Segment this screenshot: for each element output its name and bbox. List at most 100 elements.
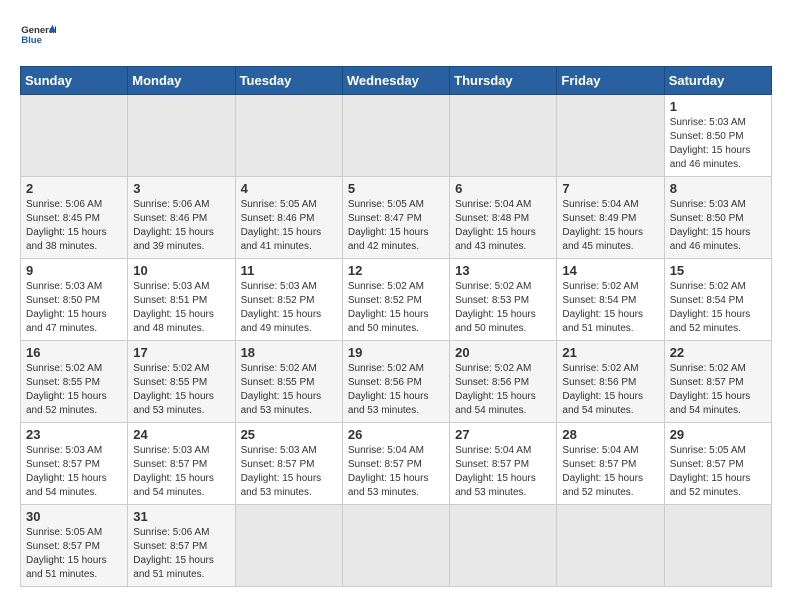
day-cell-14: 14Sunrise: 5:02 AMSunset: 8:54 PMDayligh… (557, 259, 664, 341)
empty-cell (450, 505, 557, 587)
day-number: 24 (133, 427, 229, 442)
day-cell-12: 12 Sunrise: 5:02 AMSunset: 8:52 PMDayligh… (342, 259, 449, 341)
day-info: Sunrise: 5:06 AMSunset: 8:45 PMDaylight:… (26, 198, 122, 254)
day-info: Sunrise: 5:02 AMSunset: 8:52 PMDaylight:… (348, 280, 444, 336)
day-cell-22: 22Sunrise: 5:02 AMSunset: 8:57 PMDayligh… (664, 341, 771, 423)
day-cell-25: 25 Sunrise: 5:03 AMSunset: 8:57 PMDayligh… (235, 423, 342, 505)
day-info: Sunrise: 5:03 AMSunset: 8:57 PMDaylight:… (26, 444, 122, 500)
day-number: 31 (133, 509, 229, 524)
day-cell-28: 28 Sunrise: 5:04 AMSunset: 8:57 PMDayligh… (557, 423, 664, 505)
day-info: Sunrise: 5:05 AMSunset: 8:46 PMDaylight:… (241, 198, 337, 254)
day-info: Sunrise: 5:03 AMSunset: 8:50 PMDaylight:… (670, 198, 766, 254)
day-info: Sunrise: 5:02 AMSunset: 8:55 PMDaylight:… (133, 362, 229, 418)
day-cell-27: 27Sunrise: 5:04 AMSunset: 8:57 PMDayligh… (450, 423, 557, 505)
day-info: Sunrise: 5:04 AMSunset: 8:57 PMDaylight:… (562, 444, 658, 500)
day-cell-30: 30Sunrise: 5:05 AMSunset: 8:57 PMDayligh… (21, 505, 128, 587)
day-number: 25 (241, 427, 337, 442)
calendar-week-5: 23 Sunrise: 5:03 AMSunset: 8:57 PMDayligh… (21, 423, 772, 505)
day-cell-24: 24 Sunrise: 5:03 AMSunset: 8:57 PMDayligh… (128, 423, 235, 505)
day-cell-20: 20 Sunrise: 5:02 AMSunset: 8:56 PMDayligh… (450, 341, 557, 423)
day-number: 28 (562, 427, 658, 442)
weekday-header-thursday: Thursday (450, 67, 557, 95)
day-info: Sunrise: 5:02 AMSunset: 8:54 PMDaylight:… (670, 280, 766, 336)
day-info: Sunrise: 5:04 AMSunset: 8:57 PMDaylight:… (348, 444, 444, 500)
day-number: 27 (455, 427, 551, 442)
day-number: 22 (670, 345, 766, 360)
calendar-week-1: 1 Sunrise: 5:03 AMSunset: 8:50 PMDaylight… (21, 95, 772, 177)
empty-cell (21, 95, 128, 177)
empty-cell (450, 95, 557, 177)
day-info: Sunrise: 5:02 AMSunset: 8:56 PMDaylight:… (455, 362, 551, 418)
day-info: Sunrise: 5:02 AMSunset: 8:55 PMDaylight:… (241, 362, 337, 418)
logo-svg: General Blue (20, 20, 56, 56)
empty-cell (235, 95, 342, 177)
day-number: 20 (455, 345, 551, 360)
day-info: Sunrise: 5:03 AMSunset: 8:52 PMDaylight:… (241, 280, 337, 336)
day-info: Sunrise: 5:03 AMSunset: 8:57 PMDaylight:… (133, 444, 229, 500)
empty-cell (342, 95, 449, 177)
day-info: Sunrise: 5:02 AMSunset: 8:56 PMDaylight:… (348, 362, 444, 418)
day-cell-10: 10 Sunrise: 5:03 AMSunset: 8:51 PMDayligh… (128, 259, 235, 341)
day-number: 10 (133, 263, 229, 278)
calendar-week-3: 9Sunrise: 5:03 AMSunset: 8:50 PMDaylight… (21, 259, 772, 341)
day-info: Sunrise: 5:02 AMSunset: 8:54 PMDaylight:… (562, 280, 658, 336)
day-cell-17: 17 Sunrise: 5:02 AMSunset: 8:55 PMDayligh… (128, 341, 235, 423)
day-info: Sunrise: 5:03 AMSunset: 8:51 PMDaylight:… (133, 280, 229, 336)
day-number: 4 (241, 181, 337, 196)
day-number: 11 (241, 263, 337, 278)
page-header: General Blue (20, 20, 772, 56)
calendar-header-row: SundayMondayTuesdayWednesdayThursdayFrid… (21, 67, 772, 95)
weekday-header-friday: Friday (557, 67, 664, 95)
day-cell-11: 11 Sunrise: 5:03 AMSunset: 8:52 PMDayligh… (235, 259, 342, 341)
weekday-header-saturday: Saturday (664, 67, 771, 95)
day-number: 12 (348, 263, 444, 278)
day-cell-23: 23 Sunrise: 5:03 AMSunset: 8:57 PMDayligh… (21, 423, 128, 505)
svg-text:Blue: Blue (21, 35, 42, 46)
day-info: Sunrise: 5:02 AMSunset: 8:56 PMDaylight:… (562, 362, 658, 418)
empty-cell (128, 95, 235, 177)
day-cell-15: 15 Sunrise: 5:02 AMSunset: 8:54 PMDayligh… (664, 259, 771, 341)
day-number: 15 (670, 263, 766, 278)
weekday-header-monday: Monday (128, 67, 235, 95)
weekday-header-sunday: Sunday (21, 67, 128, 95)
day-number: 23 (26, 427, 122, 442)
day-cell-5: 5Sunrise: 5:05 AMSunset: 8:47 PMDaylight… (342, 177, 449, 259)
day-info: Sunrise: 5:02 AMSunset: 8:55 PMDaylight:… (26, 362, 122, 418)
day-info: Sunrise: 5:03 AMSunset: 8:50 PMDaylight:… (670, 116, 766, 172)
day-info: Sunrise: 5:06 AMSunset: 8:57 PMDaylight:… (133, 526, 229, 582)
day-cell-21: 21Sunrise: 5:02 AMSunset: 8:56 PMDayligh… (557, 341, 664, 423)
day-number: 17 (133, 345, 229, 360)
day-number: 29 (670, 427, 766, 442)
day-cell-4: 4 Sunrise: 5:05 AMSunset: 8:46 PMDaylight… (235, 177, 342, 259)
empty-cell (235, 505, 342, 587)
day-number: 16 (26, 345, 122, 360)
day-number: 9 (26, 263, 122, 278)
calendar-table: SundayMondayTuesdayWednesdayThursdayFrid… (20, 66, 772, 587)
day-number: 2 (26, 181, 122, 196)
day-number: 1 (670, 99, 766, 114)
empty-cell (342, 505, 449, 587)
day-cell-26: 26Sunrise: 5:04 AMSunset: 8:57 PMDayligh… (342, 423, 449, 505)
day-number: 8 (670, 181, 766, 196)
day-number: 7 (562, 181, 658, 196)
empty-cell (664, 505, 771, 587)
empty-cell (557, 95, 664, 177)
day-cell-7: 7 Sunrise: 5:04 AMSunset: 8:49 PMDaylight… (557, 177, 664, 259)
day-number: 13 (455, 263, 551, 278)
day-cell-29: 29Sunrise: 5:05 AMSunset: 8:57 PMDayligh… (664, 423, 771, 505)
day-info: Sunrise: 5:03 AMSunset: 8:57 PMDaylight:… (241, 444, 337, 500)
logo: General Blue (20, 20, 56, 56)
day-cell-18: 18Sunrise: 5:02 AMSunset: 8:55 PMDayligh… (235, 341, 342, 423)
day-cell-31: 31 Sunrise: 5:06 AMSunset: 8:57 PMDayligh… (128, 505, 235, 587)
empty-cell (557, 505, 664, 587)
day-cell-8: 8 Sunrise: 5:03 AMSunset: 8:50 PMDaylight… (664, 177, 771, 259)
day-number: 30 (26, 509, 122, 524)
day-cell-19: 19Sunrise: 5:02 AMSunset: 8:56 PMDayligh… (342, 341, 449, 423)
calendar-week-6: 30Sunrise: 5:05 AMSunset: 8:57 PMDayligh… (21, 505, 772, 587)
day-cell-2: 2 Sunrise: 5:06 AMSunset: 8:45 PMDaylight… (21, 177, 128, 259)
day-cell-13: 13Sunrise: 5:02 AMSunset: 8:53 PMDayligh… (450, 259, 557, 341)
day-cell-6: 6Sunrise: 5:04 AMSunset: 8:48 PMDaylight… (450, 177, 557, 259)
day-number: 3 (133, 181, 229, 196)
day-cell-16: 16 Sunrise: 5:02 AMSunset: 8:55 PMDayligh… (21, 341, 128, 423)
day-info: Sunrise: 5:04 AMSunset: 8:49 PMDaylight:… (562, 198, 658, 254)
